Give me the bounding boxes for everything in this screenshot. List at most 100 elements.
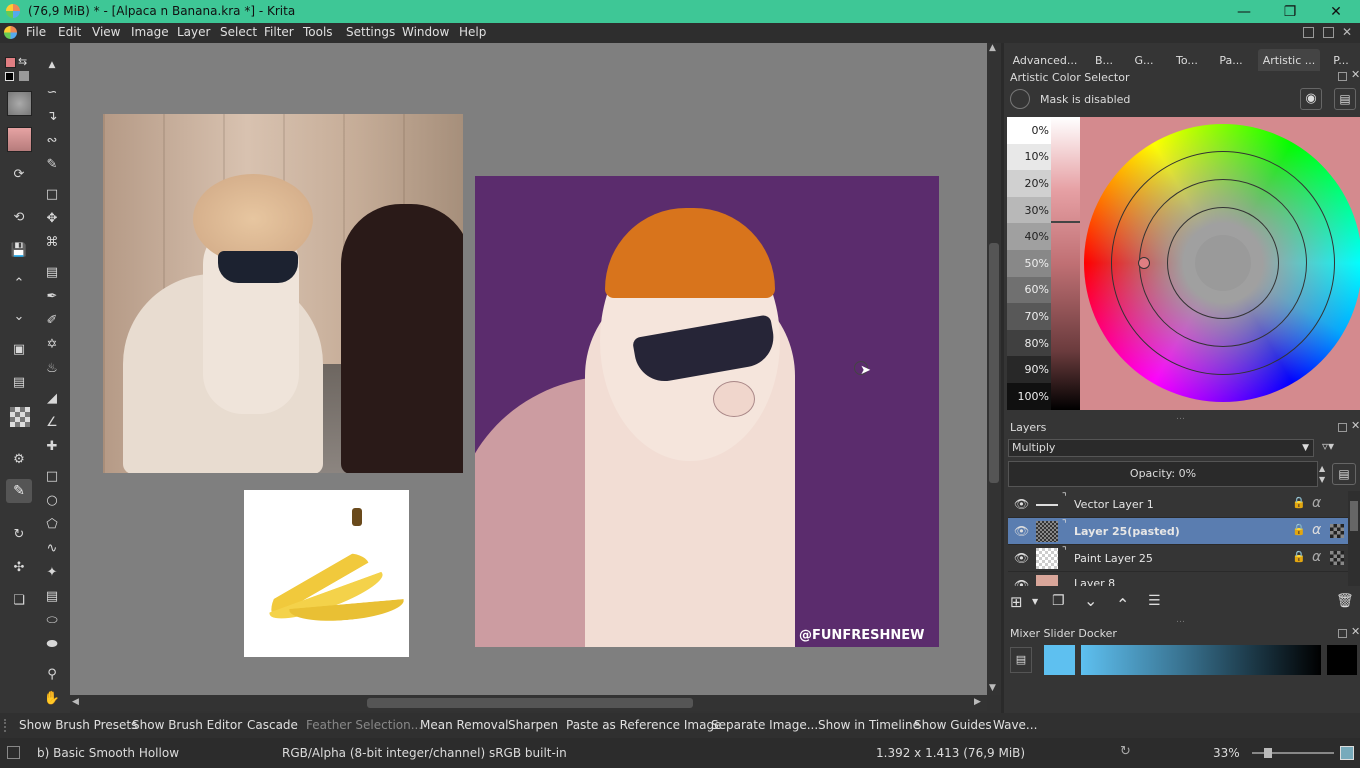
delete-layer-button[interactable]: 🗑 [1336,593,1354,609]
menu-settings[interactable]: Settings [346,25,395,39]
resize-handle-top[interactable]: … [1176,412,1185,422]
refresh-icon[interactable]: ↻ [10,525,28,543]
layers-float-icon[interactable] [1338,423,1347,432]
lightness-step[interactable]: 30% [1007,196,1053,224]
show-brush-editor-button[interactable]: Show Brush Editor [132,718,242,732]
freehand-select-icon[interactable]: ∿ [43,539,61,557]
polygon-select-icon[interactable]: ⬠ [43,515,61,533]
mixer-settings-icon[interactable]: ▤ [1010,647,1032,673]
add-layer-button[interactable]: ⊞ [1010,593,1023,611]
rect-select-icon[interactable]: □ [43,467,61,485]
show-guides-button[interactable]: Show Guides [914,718,992,732]
alpha-lock-icon[interactable]: α [1312,522,1321,538]
refresh-status-icon[interactable]: ↻ [1120,744,1131,759]
crop-tool-icon[interactable]: ⌘ [43,233,61,251]
transparency-checker-icon[interactable] [10,407,30,427]
show-brush-presets-button[interactable]: Show Brush Presets [19,718,137,732]
show-in-timeline-button[interactable]: Show in Timeline [818,718,920,732]
mixer-float-icon[interactable] [1338,629,1347,638]
paste-reference-button[interactable]: Paste as Reference Image [566,718,721,732]
mixer-close-icon[interactable]: ✕ [1351,625,1360,638]
maximize-button[interactable]: ❐ [1267,0,1313,23]
docker-menu-icon[interactable]: ▤ [1334,88,1356,110]
add-layer-dropdown-icon[interactable]: ▼ [1032,597,1038,606]
menu-file[interactable]: File [26,25,46,39]
move-layer-up-button[interactable]: ⌃ [1116,595,1129,614]
smart-patch-tool-icon[interactable]: ✡ [43,335,61,353]
swap-colors-icon[interactable]: ⇆ [18,55,27,68]
lightness-step[interactable]: 20% [1007,170,1053,197]
scroll-up-arrow-icon[interactable]: ▲ [989,43,996,53]
tab-palette[interactable]: Pa... [1214,49,1248,71]
bezier-tool-icon[interactable]: ∽ [43,83,61,101]
tab-brushes[interactable]: B... [1089,49,1119,71]
transform-icon[interactable]: ✣ [10,558,28,576]
filter-layers-icon[interactable]: ▿▾ [1322,439,1334,453]
close-docker-icon[interactable]: ✕ [1351,68,1360,81]
pan-tool-icon[interactable]: ✋ [43,689,61,707]
horizontal-scroll-thumb[interactable] [367,698,693,708]
vertical-scroll-thumb[interactable] [989,243,999,483]
alpha-lock-icon[interactable]: α [1312,549,1321,565]
tab-gamut[interactable]: G... [1129,49,1159,71]
layer-properties-icon[interactable]: ▤ [1332,463,1356,485]
menu-help[interactable]: Help [459,25,486,39]
menu-tools[interactable]: Tools [303,25,333,39]
visibility-eye-icon[interactable]: 👁 [1014,524,1030,538]
canvas-only-icon[interactable] [1340,746,1354,760]
settings-gear-icon[interactable]: ⚙ [10,450,28,468]
lightness-step[interactable]: 90% [1007,356,1053,383]
gradient-preset-swatch[interactable] [7,127,32,152]
layers-close-icon[interactable]: ✕ [1351,419,1360,432]
lock-icon[interactable]: 🔒 [1292,523,1306,536]
color-wheel[interactable] [1084,124,1360,402]
chevron-down-icon[interactable]: ⌄ [10,307,28,325]
zoom-slider-handle[interactable] [1264,748,1272,758]
layer-row-paint[interactable]: 👁 ⌝ Paint Layer 25 🔒 α [1008,545,1348,572]
lightness-step[interactable]: 60% [1007,276,1053,304]
feather-selection-button[interactable]: Feather Selection... [306,718,422,732]
lightness-step[interactable]: 100% [1007,383,1053,410]
reference-tool-icon[interactable]: ✚ [43,437,61,455]
color-wheel-area[interactable] [1080,117,1360,410]
alpaca-painting-image[interactable]: @FUNFRESHNEW [475,176,939,647]
layer-scroll-thumb[interactable] [1350,501,1358,531]
wheel-settings-icon[interactable]: ◉ [1300,88,1322,110]
lock-icon[interactable]: 🔒 [1292,550,1306,563]
scroll-left-arrow-icon[interactable]: ◀ [72,697,79,707]
visibility-eye-icon[interactable]: 👁 [1014,551,1030,565]
reset-colors-icon[interactable] [5,72,14,81]
bezier-select-icon[interactable]: ⬭ [43,611,61,629]
tab-advanced[interactable]: Advanced... [1009,49,1081,71]
chevron-up-icon[interactable]: ⌃ [10,274,28,292]
menu-image[interactable]: Image [131,25,169,39]
measure-tool-icon[interactable]: ∠ [43,413,61,431]
menu-edit[interactable]: Edit [58,25,81,39]
doc-minimize-icon[interactable] [1303,27,1314,38]
lightness-strip[interactable]: 0% 10% 20% 30% 40% 50% 60% 70% 80% 90% 100% [1007,117,1080,410]
lasso-brush-icon[interactable]: ∾ [43,131,61,149]
ellipse-select-icon[interactable]: ○ [43,491,61,509]
fit-page-icon[interactable]: ▣ [10,340,28,358]
menu-select[interactable]: Select [220,25,257,39]
layer-list[interactable]: 👁 ⌝ Vector Layer 1 🔒 α 👁 ⌝ Layer 25(past… [1004,491,1348,586]
move-layer-down-button[interactable]: ⌄ [1084,591,1097,610]
inherit-alpha-icon[interactable] [1330,524,1344,538]
doc-close-icon[interactable]: ✕ [1342,25,1352,39]
banana-image[interactable] [244,490,409,657]
horizontal-scrollbar[interactable]: ◀ ▶ [70,695,987,711]
freehand-path-icon[interactable]: ↴ [43,107,61,125]
contiguous-select-icon[interactable]: ✦ [43,563,61,581]
fill-tool-icon[interactable]: ♨ [43,359,61,377]
transform-tool-icon[interactable]: □ [43,185,61,203]
layer-stack-icon[interactable]: ❏ [10,591,28,609]
lightness-step[interactable]: 0% [1007,117,1053,144]
close-button[interactable]: ✕ [1313,0,1359,23]
menu-view[interactable]: View [92,25,120,39]
smart-patch-icon[interactable]: ✎ [43,155,61,173]
scroll-up-icon[interactable]: ▲ [43,56,61,74]
save-icon[interactable]: 💾 [10,241,28,259]
wave-button[interactable]: Wave... [993,718,1037,732]
canvas-area[interactable]: @FUNFRESHNEW ➤ [70,43,987,695]
layer-properties-button[interactable]: ☰ [1148,593,1161,609]
